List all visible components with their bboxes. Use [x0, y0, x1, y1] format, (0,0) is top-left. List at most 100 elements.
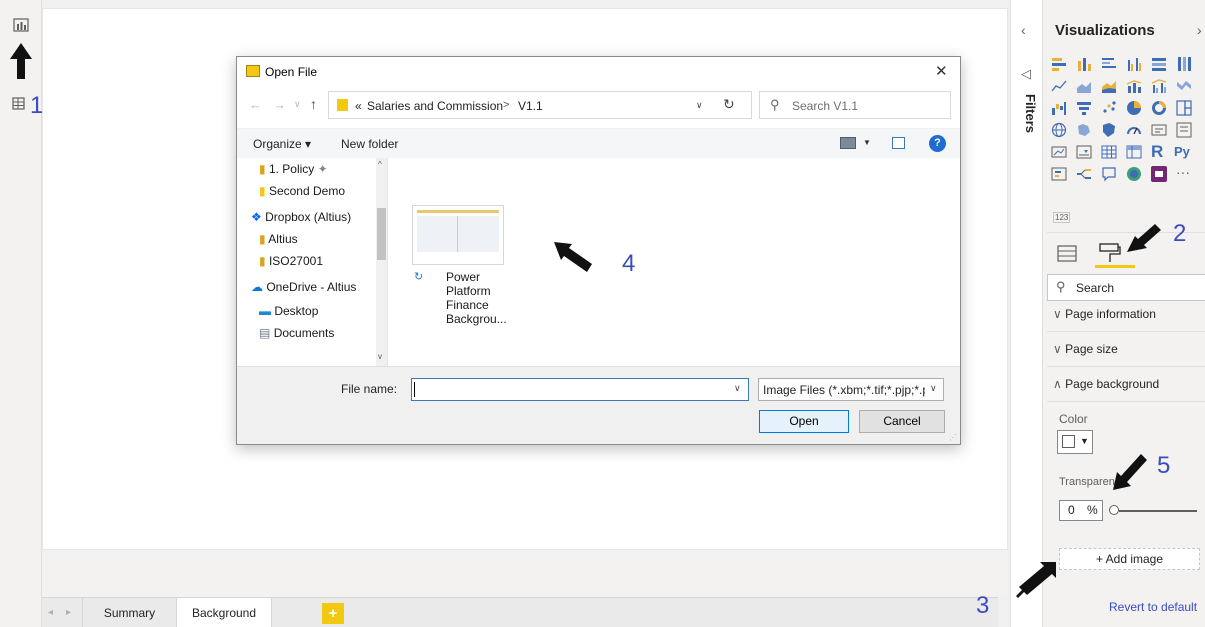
refresh-icon[interactable]: ↻	[723, 96, 735, 113]
table-icon[interactable]	[1101, 144, 1117, 160]
card-visual-icon[interactable]: 123	[1053, 212, 1071, 223]
file-name[interactable]: Power Platform Finance Backgrou...	[446, 270, 516, 326]
data-view-icon[interactable]	[12, 95, 30, 113]
filled-map-icon[interactable]	[1076, 122, 1092, 138]
100-column-icon[interactable]	[1176, 56, 1192, 72]
decomposition-tree-icon[interactable]	[1076, 166, 1092, 182]
organize-button[interactable]: Organize ▾	[253, 137, 311, 151]
view-options-icon[interactable]	[840, 137, 856, 149]
power-apps-icon[interactable]	[1151, 166, 1167, 182]
scrollbar-thumb[interactable]	[377, 208, 386, 260]
tree-item-policy[interactable]: ▮ 1. Policy ✦	[259, 158, 328, 180]
breadcrumb-current[interactable]: V1.1	[518, 99, 543, 113]
section-page-background[interactable]: ∧ Page background	[1047, 367, 1205, 402]
tree-item-altius[interactable]: ▮ Altius	[259, 228, 298, 250]
key-influencers-icon[interactable]	[1051, 166, 1067, 182]
funnel-icon[interactable]	[1076, 100, 1092, 116]
filename-input[interactable]: ∨	[411, 378, 749, 401]
address-bar[interactable]: « Salaries and Commission > V1.1 ∨ ↻	[328, 91, 752, 119]
scroll-down-icon[interactable]: v	[378, 352, 382, 361]
shape-map-icon[interactable]	[1101, 122, 1117, 138]
slicer-icon[interactable]	[1076, 144, 1092, 160]
tab-summary[interactable]: Summary	[82, 598, 176, 627]
breadcrumb-folder[interactable]: Salaries and Commission	[367, 99, 503, 113]
clustered-column-icon[interactable]	[1126, 56, 1142, 72]
add-image-button[interactable]: + Add image	[1059, 548, 1200, 570]
section-page-size[interactable]: ∨ Page size	[1047, 332, 1205, 367]
tree-item-dropbox[interactable]: ❖ Dropbox (Altius)	[251, 206, 351, 228]
revert-to-default-link[interactable]: Revert to default	[1109, 600, 1197, 614]
tree-item-iso27001[interactable]: ▮ ISO27001	[259, 250, 323, 272]
treemap-icon[interactable]	[1176, 100, 1192, 116]
resize-grip-icon[interactable]: ⋰	[949, 433, 957, 442]
open-button[interactable]: Open	[759, 410, 849, 433]
file-type-dropdown-icon[interactable]: ∨	[930, 383, 937, 394]
100-bar-icon[interactable]	[1151, 56, 1167, 72]
tree-item-documents[interactable]: ▤ Documents	[259, 322, 334, 344]
area-chart-icon[interactable]	[1076, 78, 1092, 94]
thumbnail-divider	[457, 216, 458, 252]
view-dropdown-icon[interactable]: ▼	[863, 138, 871, 147]
tree-item-onedrive[interactable]: ☁ OneDrive - Altius	[251, 276, 356, 298]
cancel-button[interactable]: Cancel	[859, 410, 945, 433]
scroll-left-icon[interactable]: ◂	[48, 607, 53, 618]
search-field[interactable]: ⚲ Search V1.1	[759, 91, 951, 119]
r-visual-icon[interactable]: R	[1151, 142, 1163, 162]
tree-item-desktop[interactable]: ▬ Desktop	[259, 300, 318, 322]
ribbon-chart-icon[interactable]	[1176, 78, 1192, 94]
donut-icon[interactable]	[1151, 100, 1167, 116]
filters-pane-collapsed[interactable]: ‹ ◁ Filters	[1010, 0, 1042, 627]
section-page-information[interactable]: ∨ Page information	[1047, 297, 1205, 332]
pointer-arrow-icon	[1016, 560, 1058, 601]
address-dropdown-icon[interactable]: ∨	[696, 100, 703, 111]
multi-row-card-icon[interactable]	[1176, 122, 1192, 138]
tree-scrollbar[interactable]: ^ v	[376, 158, 387, 366]
scatter-icon[interactable]	[1101, 100, 1117, 116]
preview-pane-icon[interactable]	[892, 137, 905, 149]
back-arrow-icon[interactable]: ←	[249, 97, 262, 112]
matrix-icon[interactable]	[1126, 144, 1142, 160]
clustered-bar-icon[interactable]	[1101, 56, 1117, 72]
stacked-bar-icon[interactable]	[1051, 56, 1067, 72]
search-placeholder: Search V1.1	[792, 99, 859, 113]
add-page-button[interactable]: +	[322, 603, 344, 624]
recent-chevron-icon[interactable]: ∨	[294, 99, 301, 110]
gauge-icon[interactable]	[1126, 122, 1142, 138]
close-icon[interactable]: ✕	[935, 62, 948, 80]
chevron-right-icon[interactable]: ›	[1197, 22, 1202, 38]
transparency-slider-track[interactable]	[1119, 510, 1197, 512]
new-folder-button[interactable]: New folder	[341, 137, 398, 151]
scroll-right-icon[interactable]: ▸	[66, 607, 71, 618]
waterfall-icon[interactable]	[1051, 100, 1067, 116]
transparency-input[interactable]: 0 %	[1059, 500, 1103, 521]
pie-icon[interactable]	[1126, 100, 1142, 116]
stacked-column-icon[interactable]	[1076, 56, 1092, 72]
help-icon[interactable]: ?	[929, 135, 946, 152]
scroll-up-icon[interactable]: ^	[378, 160, 382, 169]
line-chart-icon[interactable]	[1051, 78, 1067, 94]
color-picker[interactable]: ▼	[1057, 430, 1093, 454]
file-thumbnail[interactable]	[412, 205, 504, 265]
stacked-area-icon[interactable]	[1101, 78, 1117, 94]
filename-dropdown-icon[interactable]: ∨	[734, 383, 741, 394]
tree-item-second-demo[interactable]: ▮ Second Demo	[259, 180, 375, 202]
fields-tab-icon[interactable]	[1057, 244, 1079, 267]
up-arrow-icon[interactable]: ↑	[310, 96, 317, 112]
line-column-icon[interactable]	[1126, 78, 1142, 94]
transparency-slider-thumb[interactable]	[1109, 505, 1119, 515]
card-icon[interactable]	[1151, 122, 1167, 138]
report-view-icon[interactable]	[12, 16, 30, 34]
qa-icon[interactable]	[1101, 166, 1117, 182]
line-clustered-column-icon[interactable]	[1151, 78, 1167, 94]
file-type-select[interactable]: Image Files (*.xbm;*.tif;*.pjp;*.pj ∨	[758, 378, 944, 401]
python-visual-icon[interactable]: Py	[1174, 144, 1190, 159]
more-visuals-icon[interactable]: ···	[1176, 164, 1190, 180]
arcgis-map-icon[interactable]	[1126, 166, 1142, 182]
dialog-title-bar[interactable]: Open File ✕	[237, 57, 960, 87]
tab-background[interactable]: Background	[176, 598, 272, 627]
forward-arrow-icon[interactable]: →	[273, 97, 286, 112]
kpi-icon[interactable]	[1051, 144, 1067, 160]
map-icon[interactable]	[1051, 122, 1067, 138]
chevron-left-icon[interactable]: ‹	[1021, 22, 1026, 38]
format-paint-roller-icon[interactable]	[1098, 242, 1122, 267]
